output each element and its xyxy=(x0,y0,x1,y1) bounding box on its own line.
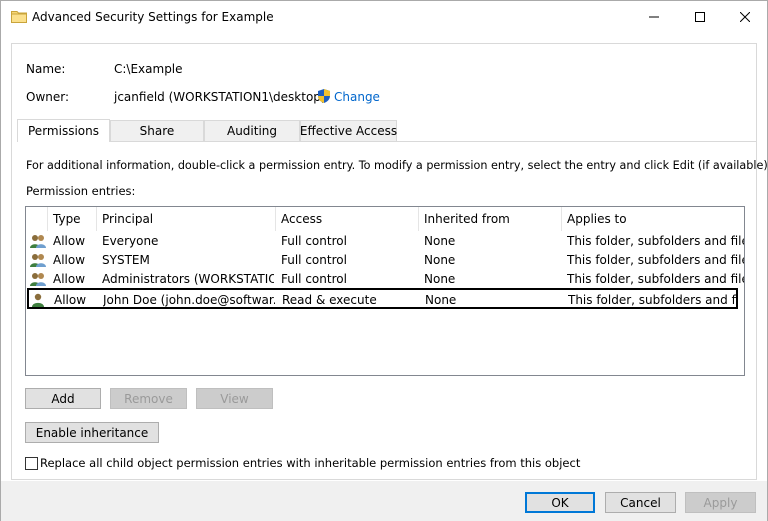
tab-permissions-label: Permissions xyxy=(28,124,99,138)
column-header-access[interactable]: Access xyxy=(276,207,419,231)
name-value: C:\Example xyxy=(114,62,183,76)
row-applies-to: This folder, subfolders and files xyxy=(567,252,744,267)
row-access: Full control xyxy=(281,252,347,267)
view-button[interactable]: View xyxy=(196,388,273,409)
dialog-window: Advanced Security Settings for Example N… xyxy=(0,0,768,521)
window-title: Advanced Security Settings for Example xyxy=(32,10,274,24)
name-label: Name: xyxy=(26,62,66,76)
table-row[interactable]: Allow Everyone Full control None This fo… xyxy=(26,231,744,250)
row-inherited-from: None xyxy=(424,233,456,248)
group-users-icon xyxy=(29,231,47,250)
ok-button[interactable]: OK xyxy=(525,492,595,513)
list-header: Type Principal Access Inherited from App… xyxy=(26,207,744,231)
table-row[interactable]: Allow SYSTEM Full control None This fold… xyxy=(26,250,744,269)
row-type: Allow xyxy=(53,271,86,286)
column-header-icon[interactable] xyxy=(26,207,48,231)
column-header-inherited-from[interactable]: Inherited from xyxy=(419,207,562,231)
row-type: Allow xyxy=(53,252,86,267)
row-access: Read & execute xyxy=(282,292,377,307)
table-row[interactable]: Allow Administrators (WORKSTATIO... Full… xyxy=(26,269,744,288)
row-principal: Everyone xyxy=(102,233,159,248)
permissions-description: For additional information, double-click… xyxy=(26,159,768,172)
row-access: Full control xyxy=(281,271,347,286)
folder-icon xyxy=(11,9,27,23)
owner-label: Owner: xyxy=(26,90,70,104)
remove-button[interactable]: Remove xyxy=(110,388,187,409)
group-users-icon xyxy=(29,250,47,269)
minimize-icon xyxy=(649,16,659,17)
tab-effective-access-label: Effective Access xyxy=(299,124,398,138)
cancel-button[interactable]: Cancel xyxy=(605,492,676,513)
maximize-icon xyxy=(695,11,705,22)
column-header-applies-to[interactable]: Applies to xyxy=(562,207,744,231)
row-access: Full control xyxy=(281,233,347,248)
row-inherited-from: None xyxy=(424,271,456,286)
tab-share[interactable]: Share xyxy=(110,120,204,141)
column-header-principal[interactable]: Principal xyxy=(97,207,276,231)
tab-share-label: Share xyxy=(139,124,175,138)
replace-child-permissions-label: Replace all child object permission entr… xyxy=(40,456,581,470)
row-applies-to: This folder, subfolders and files xyxy=(567,271,744,286)
close-button[interactable] xyxy=(722,1,768,32)
row-inherited-from: None xyxy=(425,292,457,307)
close-icon xyxy=(740,11,750,22)
table-row-selected[interactable]: Allow John Doe (john.doe@softwar... Read… xyxy=(27,288,738,309)
permission-entries-list[interactable]: Type Principal Access Inherited from App… xyxy=(25,206,745,376)
row-inherited-from: None xyxy=(424,252,456,267)
row-applies-to: This folder, subfolders and files xyxy=(567,233,744,248)
row-principal: SYSTEM xyxy=(102,252,150,267)
enable-inheritance-button[interactable]: Enable inheritance xyxy=(25,422,159,443)
row-principal: Administrators (WORKSTATIO... xyxy=(102,271,274,286)
tab-bar: Permissions Share Auditing Effective Acc… xyxy=(17,119,757,142)
replace-child-permissions-checkbox[interactable] xyxy=(25,457,38,470)
tab-auditing[interactable]: Auditing xyxy=(204,120,300,141)
permission-entries-label: Permission entries: xyxy=(26,184,136,198)
change-owner-link[interactable]: Change xyxy=(334,90,380,104)
row-type: Allow xyxy=(54,292,87,307)
column-header-type[interactable]: Type xyxy=(48,207,97,231)
minimize-button[interactable] xyxy=(631,1,677,32)
apply-button[interactable]: Apply xyxy=(685,492,756,513)
maximize-button[interactable] xyxy=(677,1,723,32)
add-button[interactable]: Add xyxy=(25,388,101,409)
row-type: Allow xyxy=(53,233,86,248)
tab-permissions[interactable]: Permissions xyxy=(17,119,110,142)
tab-effective-access[interactable]: Effective Access xyxy=(300,120,397,141)
title-bar[interactable]: Advanced Security Settings for Example xyxy=(1,1,767,32)
user-icon xyxy=(30,290,48,309)
row-principal: John Doe (john.doe@softwar... xyxy=(103,292,275,307)
group-users-icon xyxy=(29,269,47,288)
row-applies-to: This folder, subfolders and files xyxy=(568,292,738,307)
tab-auditing-label: Auditing xyxy=(226,124,278,138)
owner-value: jcanfield (WORKSTATION1\desktop) xyxy=(114,90,326,104)
uac-shield-icon xyxy=(316,88,332,104)
